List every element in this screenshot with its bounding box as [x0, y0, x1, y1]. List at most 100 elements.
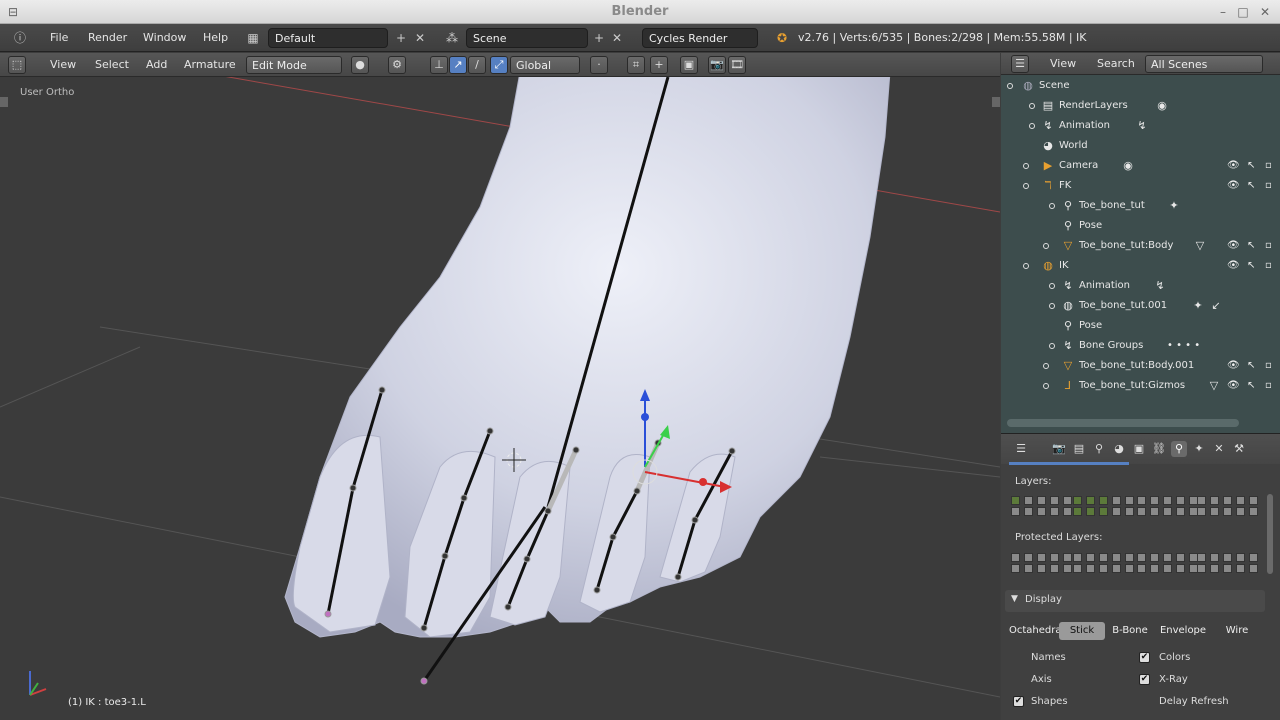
outliner-row-camera[interactable]: ▶ Camera ◉ 👁 ↖ ▫ — [1001, 157, 1280, 177]
protected-layers-grid-b[interactable] — [1073, 553, 1134, 573]
outliner-row-body-001[interactable]: ▽ Toe_bone_tut:Body.001 👁 ↖ ▫ — [1001, 357, 1280, 377]
outliner-display-mode[interactable]: All Scenes — [1145, 55, 1263, 73]
renderable-camera-icon[interactable]: ▫ — [1265, 160, 1272, 171]
selectable-arrow-icon[interactable]: ↖ — [1247, 260, 1255, 271]
render-animation-icon[interactable]: 🎞 — [728, 56, 746, 74]
remove-layout-icon[interactable]: ✕ — [412, 30, 428, 46]
visibility-eye-icon[interactable]: 👁 — [1227, 180, 1240, 191]
armature-data-tab-icon[interactable]: ⚲ — [1171, 441, 1187, 457]
mode-wire[interactable]: Wire — [1215, 622, 1259, 640]
outliner-menu-view[interactable]: View — [1050, 57, 1076, 70]
outliner-scrollbar[interactable] — [1007, 419, 1239, 427]
menu-file[interactable]: File — [50, 31, 68, 44]
visibility-eye-icon[interactable]: 👁 — [1227, 380, 1240, 391]
properties-type-icon[interactable]: ☰ — [1013, 441, 1029, 457]
menu-render[interactable]: Render — [88, 31, 127, 44]
minimize-icon[interactable]: – — [1216, 5, 1230, 19]
selectable-arrow-icon[interactable]: ↖ — [1247, 380, 1255, 391]
render-engine-selector[interactable]: Cycles Render — [642, 28, 758, 48]
layers-grid-d[interactable] — [1197, 496, 1258, 516]
toolshelf-toggle-icon[interactable] — [0, 97, 8, 107]
protected-layers-grid-d[interactable] — [1197, 553, 1258, 573]
selectable-arrow-icon[interactable]: ↖ — [1247, 240, 1255, 251]
rotate-manipulator-icon[interactable]: / — [468, 56, 486, 74]
translate-manipulator-icon[interactable]: ↗ — [449, 56, 467, 74]
menu-view[interactable]: View — [50, 58, 76, 71]
add-scene-icon[interactable]: + — [591, 30, 607, 46]
shapes-checkbox[interactable]: ✔ — [1013, 696, 1024, 707]
outliner-row-bone-groups[interactable]: ↯ Bone Groups • • • • — [1001, 337, 1280, 357]
names-option-label[interactable]: Names — [1031, 652, 1066, 663]
pivot-point-icon[interactable]: ⚙ — [388, 56, 406, 74]
render-layers-tab-icon[interactable]: ▤ — [1071, 441, 1087, 457]
scene-icon[interactable]: ⁂ — [444, 30, 460, 46]
outliner-row-world[interactable]: ◕ World — [1001, 137, 1280, 157]
selectable-arrow-icon[interactable]: ↖ — [1247, 180, 1255, 191]
properties-toggle-icon[interactable] — [992, 97, 1000, 107]
menu-select[interactable]: Select — [95, 58, 129, 71]
mode-selector[interactable]: Edit Mode — [246, 56, 342, 74]
menu-window[interactable]: Window — [143, 31, 186, 44]
outliner-row-ik[interactable]: ◍ IK 👁 ↖ ▫ — [1001, 257, 1280, 277]
bone-tab-icon[interactable]: ✦ — [1191, 441, 1207, 457]
remove-scene-icon[interactable]: ✕ — [609, 30, 625, 46]
mode-envelope[interactable]: Envelope — [1155, 622, 1211, 640]
add-layout-icon[interactable]: + — [393, 30, 409, 46]
menu-add[interactable]: Add — [146, 58, 167, 71]
snap-icon[interactable]: ⌗ — [627, 56, 645, 74]
renderable-camera-icon[interactable]: ▫ — [1265, 360, 1272, 371]
layers-grid-a[interactable] — [1011, 496, 1072, 516]
outliner-row-ik-pose[interactable]: ⚲ Pose — [1001, 317, 1280, 337]
editor-type-icon[interactable]: ⓘ — [12, 30, 28, 46]
outliner-row-gizmos[interactable]: ⅃ Toe_bone_tut:Gizmos ▽ 👁 ↖ ▫ — [1001, 377, 1280, 397]
outliner-row-toe-bone-tut-body[interactable]: ▽ Toe_bone_tut:Body ▽ 👁 ↖ ▫ — [1001, 237, 1280, 257]
properties-scrollbar[interactable] — [1267, 494, 1273, 574]
close-icon[interactable]: ✕ — [1258, 5, 1272, 19]
renderable-camera-icon[interactable]: ▫ — [1265, 180, 1272, 191]
layers-grid-c[interactable] — [1137, 496, 1198, 516]
outliner-row-ik-animation[interactable]: ↯ Animation ↯ — [1001, 277, 1280, 297]
colors-option-label[interactable]: Colors — [1159, 652, 1190, 663]
render-tab-icon[interactable]: 📷 — [1051, 441, 1067, 457]
visibility-eye-icon[interactable]: 👁 — [1227, 160, 1240, 171]
outliner-row-scene[interactable]: ◍ Scene — [1001, 77, 1280, 97]
mode-stick[interactable]: Stick — [1059, 622, 1105, 640]
object-tab-icon[interactable]: ▣ — [1131, 441, 1147, 457]
window-menu-icon[interactable]: ⊟ — [6, 5, 20, 19]
scene-tab-icon[interactable]: ⚲ — [1091, 441, 1107, 457]
protected-layers-grid-c[interactable] — [1137, 553, 1198, 573]
constraints-tab-icon[interactable]: ⛓ — [1151, 441, 1167, 457]
wrench-tab-icon[interactable]: ⚒ — [1231, 441, 1247, 457]
menu-help[interactable]: Help — [203, 31, 228, 44]
shapes-option-label[interactable]: Shapes — [1031, 696, 1068, 707]
snap-target-icon[interactable]: + — [650, 56, 668, 74]
3d-viewport[interactable]: User Ortho (1) IK : toe3-1.L — [0, 77, 1000, 720]
outliner-menu-search[interactable]: Search — [1097, 57, 1135, 70]
viewport-scene[interactable] — [0, 77, 1000, 720]
mode-octahedral[interactable]: Octahedral — [1009, 622, 1064, 640]
transform-orientation-selector[interactable]: Global — [510, 56, 580, 74]
outliner-row-fk[interactable]: ℸ FK 👁 ↖ ▫ — [1001, 177, 1280, 197]
renderable-camera-icon[interactable]: ▫ — [1265, 380, 1272, 391]
layout-selector[interactable]: Default — [268, 28, 388, 48]
menu-armature[interactable]: Armature — [184, 58, 236, 71]
renderable-camera-icon[interactable]: ▫ — [1265, 260, 1272, 271]
editor-type-3d-icon[interactable]: ⬚ — [8, 56, 26, 74]
outliner-row-renderlayers[interactable]: ▤ RenderLayers ◉ — [1001, 97, 1280, 117]
maximize-icon[interactable]: □ — [1236, 5, 1250, 19]
outliner-row-toe-bone-tut[interactable]: ⚲ Toe_bone_tut ✦ — [1001, 197, 1280, 217]
layers-grid-b[interactable] — [1073, 496, 1134, 516]
layout-grid-icon[interactable]: ▦ — [245, 30, 261, 46]
manipulator-icon[interactable]: ⊥ — [430, 56, 448, 74]
scene-selector[interactable]: Scene — [466, 28, 588, 48]
render-preview-icon[interactable]: 📷 — [708, 56, 726, 74]
xray-option-label[interactable]: X-Ray — [1159, 674, 1188, 685]
scale-manipulator-icon[interactable]: ⤢ — [490, 56, 508, 74]
visibility-eye-icon[interactable]: 👁 — [1227, 360, 1240, 371]
xray-checkbox[interactable]: ✔ — [1139, 674, 1150, 685]
bone-constraints-tab-icon[interactable]: ✕ — [1211, 441, 1227, 457]
mode-bbone[interactable]: B-Bone — [1109, 622, 1151, 640]
visibility-eye-icon[interactable]: 👁 — [1227, 260, 1240, 271]
colors-checkbox[interactable]: ✔ — [1139, 652, 1150, 663]
world-tab-icon[interactable]: ◕ — [1111, 441, 1127, 457]
